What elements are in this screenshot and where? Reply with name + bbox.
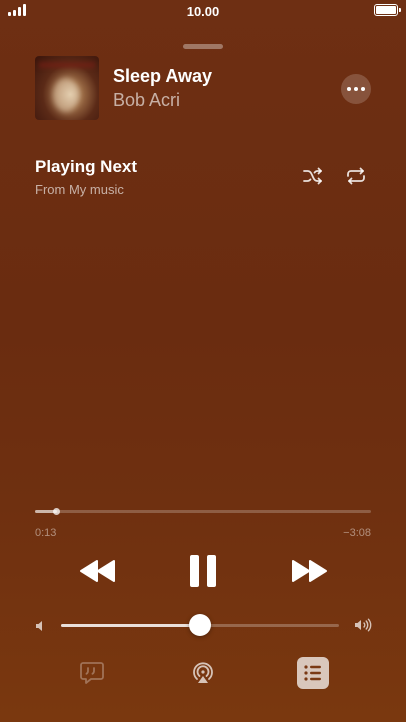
rewind-icon xyxy=(80,560,115,582)
volume-slider[interactable] xyxy=(61,614,339,636)
volume-knob[interactable] xyxy=(189,614,211,636)
pause-icon xyxy=(190,555,216,587)
elapsed-time: 0:13 xyxy=(35,527,57,539)
more-options-button[interactable] xyxy=(341,74,371,104)
repeat-icon xyxy=(347,167,365,185)
playback-progress-slider[interactable] xyxy=(35,508,371,515)
progress-knob[interactable] xyxy=(53,508,61,515)
airplay-button[interactable] xyxy=(189,659,217,687)
pause-button[interactable] xyxy=(186,553,220,589)
fast-forward-icon xyxy=(292,560,327,582)
fast-forward-button[interactable] xyxy=(290,558,328,584)
song-title: Sleep Away xyxy=(113,66,213,86)
shuffle-button[interactable] xyxy=(302,166,324,186)
sheet-grabber-handle[interactable] xyxy=(183,44,223,49)
volume-low-icon xyxy=(33,619,47,633)
status-bar: 10.00 xyxy=(0,0,406,24)
lyrics-button[interactable] xyxy=(79,660,105,686)
playing-next-source: From My music xyxy=(35,182,124,197)
airplay-icon xyxy=(193,662,213,683)
battery-icon xyxy=(374,4,401,16)
repeat-button[interactable] xyxy=(345,166,367,186)
status-time: 10.00 xyxy=(186,4,220,19)
ellipsis-icon xyxy=(347,87,351,91)
album-artwork[interactable] xyxy=(35,56,99,120)
rewind-button[interactable] xyxy=(79,558,117,584)
remaining-time: −3:08 xyxy=(343,527,371,539)
lyrics-quote-bubble-icon xyxy=(80,662,104,684)
song-artist[interactable]: Bob Acri xyxy=(113,90,180,111)
list-icon xyxy=(304,665,321,681)
volume-high-icon xyxy=(353,617,373,633)
playing-next-queue-button[interactable] xyxy=(297,657,329,689)
shuffle-icon xyxy=(303,167,322,185)
playing-next-title: Playing Next xyxy=(35,157,138,176)
volume-fill xyxy=(61,624,200,627)
